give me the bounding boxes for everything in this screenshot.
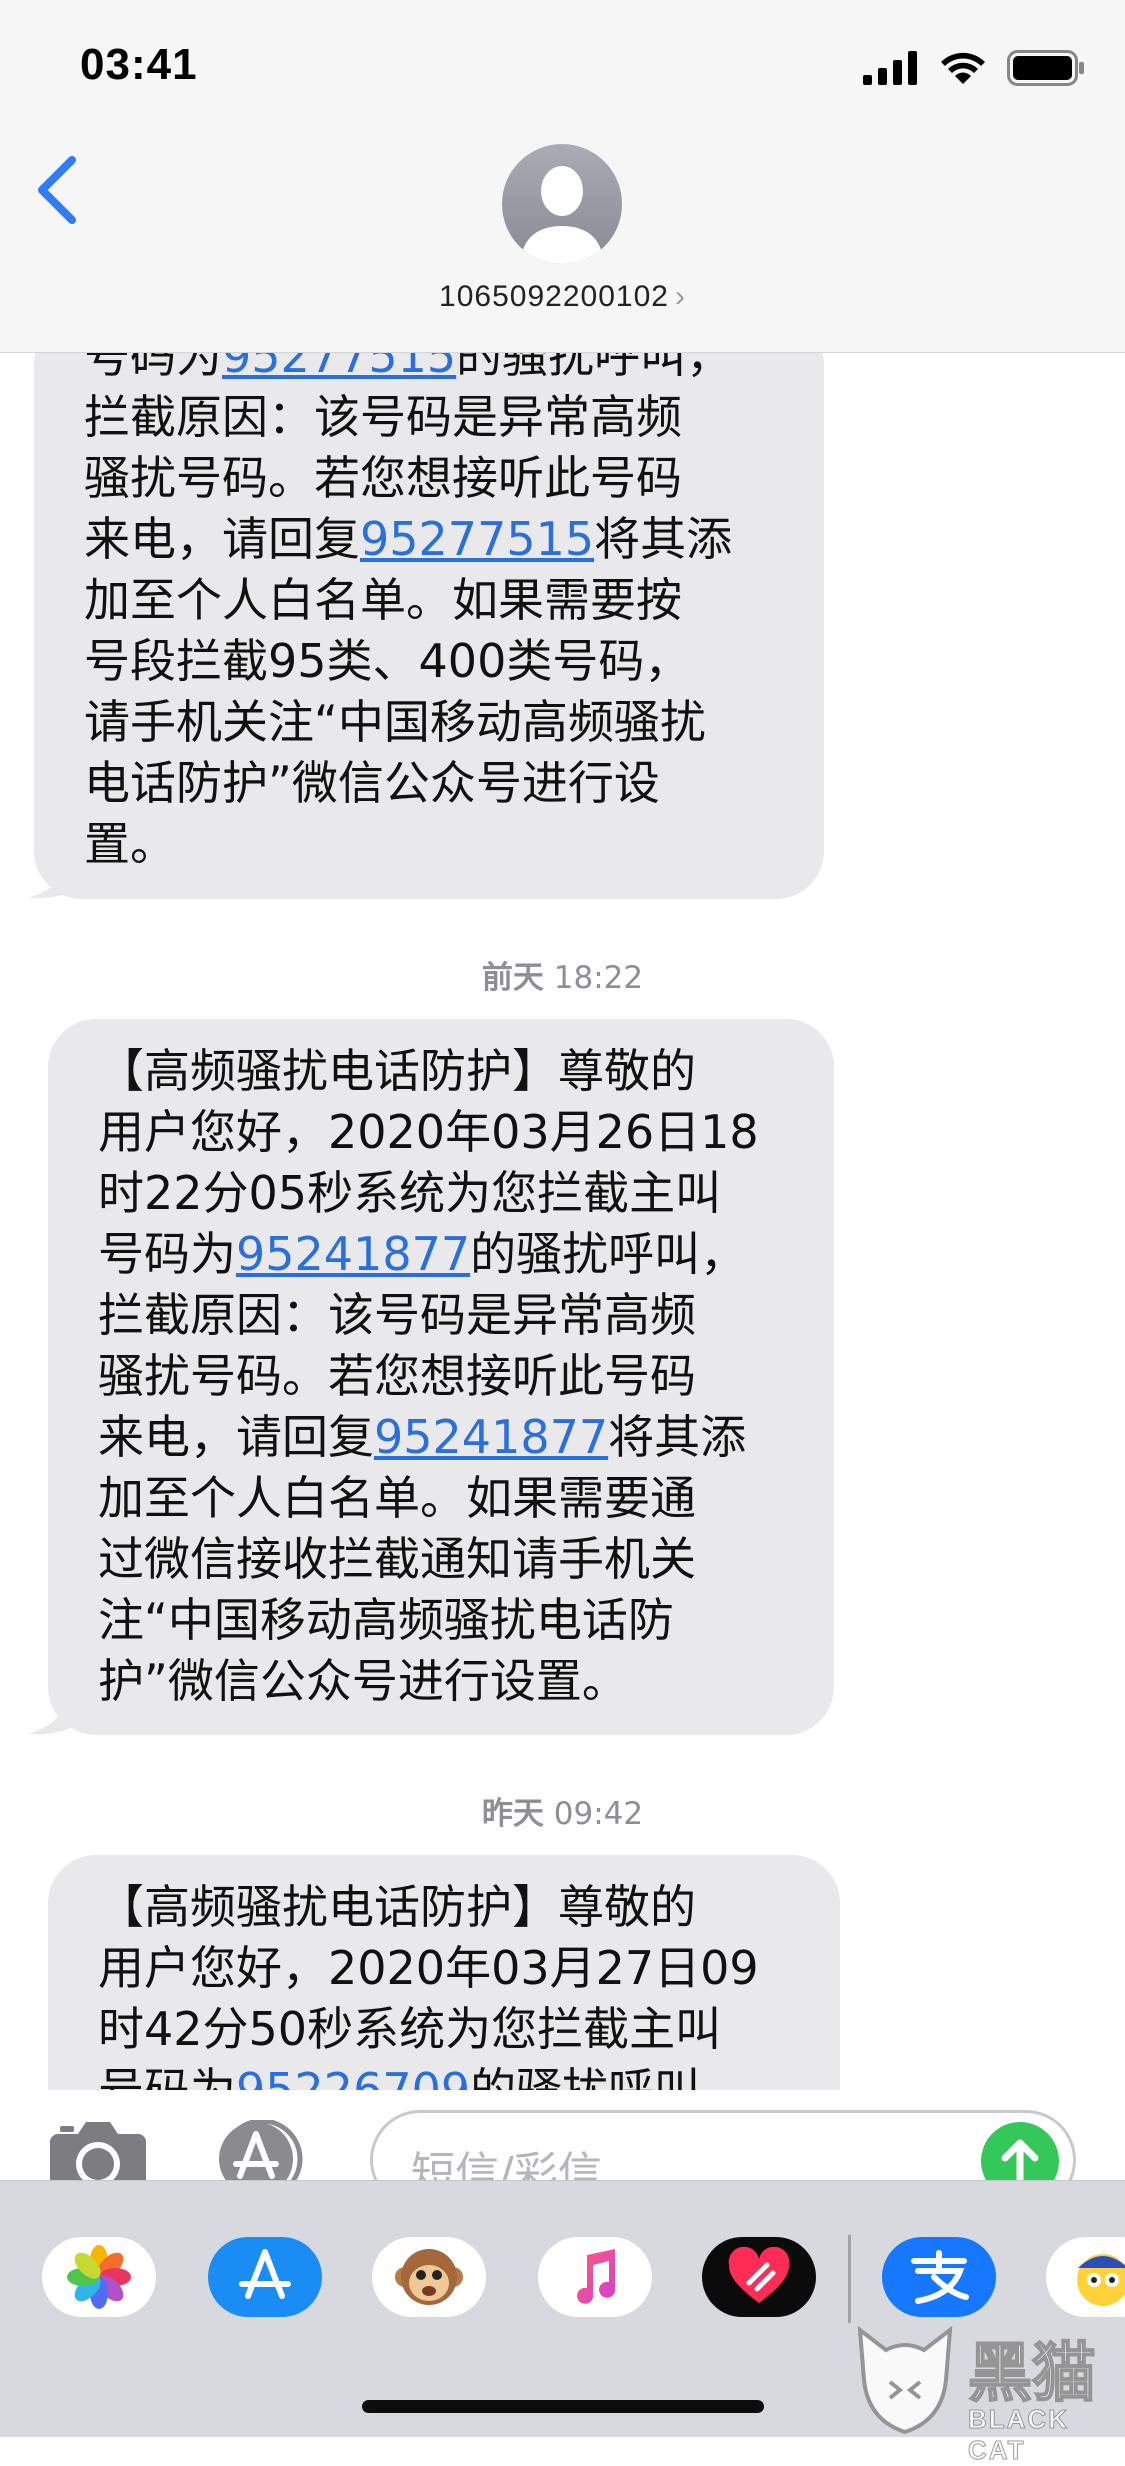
animoji-icon[interactable] bbox=[372, 2237, 486, 2317]
phone-number-link[interactable]: 95241877 bbox=[374, 1410, 608, 1464]
cat-logo-icon bbox=[857, 2325, 953, 2435]
music-icon[interactable] bbox=[538, 2237, 652, 2317]
app-store-icon[interactable] bbox=[208, 2237, 322, 2317]
digital-touch-icon[interactable] bbox=[702, 2237, 816, 2317]
photos-icon[interactable] bbox=[42, 2237, 156, 2317]
app-store-glyph bbox=[239, 2249, 291, 2299]
watermark-subtext: BLACK CAT bbox=[968, 2404, 1069, 2466]
bubble-tail bbox=[28, 1688, 86, 1735]
contact-avatar[interactable] bbox=[502, 144, 622, 264]
watermark-text: 黑猫 bbox=[967, 2336, 1097, 2412]
cellular-signal-icon bbox=[863, 51, 917, 85]
message-text: 的骚扰呼叫， bbox=[470, 2063, 747, 2090]
contact-name-button[interactable]: 1065092200102 › bbox=[0, 280, 1125, 314]
heart-glyph bbox=[728, 2247, 790, 2303]
cartoon-face bbox=[1077, 2254, 1125, 2306]
phone-number-link[interactable]: 95277515 bbox=[360, 512, 594, 566]
music-note bbox=[577, 2249, 616, 2304]
phone-number-link[interactable]: 95241877 bbox=[236, 1227, 470, 1281]
message-text: 【高频骚扰电话防护】尊敬的 用户您好，2020年03月27日09 时42分50秒… bbox=[98, 1880, 759, 2090]
photos-flower bbox=[67, 2245, 131, 2309]
status-icons bbox=[863, 50, 1085, 86]
game-icon[interactable] bbox=[1046, 2237, 1125, 2317]
battery-icon bbox=[1007, 50, 1084, 86]
bubble-tail bbox=[28, 852, 86, 899]
received-message-bubble[interactable]: 号码为95277515的骚扰呼叫， 拦截原因：该号码是异常高频 骚扰号码。若您想… bbox=[34, 317, 824, 899]
received-message-bubble[interactable]: 【高频骚扰电话防护】尊敬的 用户您好，2020年03月27日09 时42分50秒… bbox=[48, 1855, 840, 2090]
contact-number: 1065092200102 bbox=[439, 280, 669, 313]
black-cat-watermark: 黑猫 BLACK CAT bbox=[850, 2320, 1125, 2466]
phone-number-link[interactable]: 95226709 bbox=[236, 2063, 470, 2090]
message-timestamp: 前天 18:22 bbox=[481, 960, 644, 996]
back-chevron-icon[interactable] bbox=[28, 150, 88, 230]
conversation-header: 03:41 1065092200102 › bbox=[0, 0, 1125, 353]
drawer-divider bbox=[848, 2235, 851, 2323]
wifi-icon bbox=[941, 52, 985, 84]
alipay-glyph bbox=[911, 2250, 969, 2304]
person-silhouette-icon bbox=[520, 166, 604, 264]
chevron-right-icon: › bbox=[674, 280, 686, 313]
status-time: 03:41 bbox=[80, 40, 198, 89]
home-indicator[interactable] bbox=[362, 2400, 764, 2413]
received-message-bubble[interactable]: 【高频骚扰电话防护】尊敬的 用户您好，2020年03月26日18 时22分05秒… bbox=[48, 1019, 834, 1735]
alipay-icon[interactable] bbox=[882, 2237, 996, 2317]
message-timestamp: 昨天 09:42 bbox=[481, 1796, 644, 1832]
monkey-face bbox=[395, 2249, 463, 2305]
